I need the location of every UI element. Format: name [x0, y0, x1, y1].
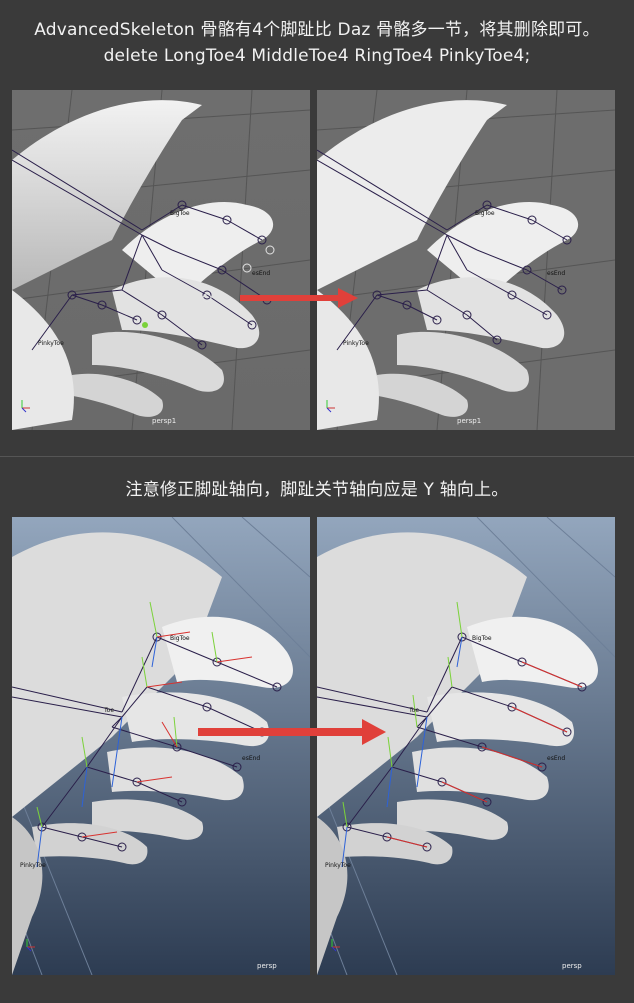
label-toesend: esEnd — [242, 755, 261, 762]
viewport-top-right[interactable]: BigToe PinkyToe esEnd persp1 — [317, 90, 615, 430]
caption-bottom: 注意修正脚趾轴向，脚趾关节轴向应是 Y 轴向上。 — [125, 480, 509, 500]
label-bigtoe: BigToe — [472, 635, 492, 642]
viewport-bottom-right[interactable]: BigToe PinkyToe Toe esEnd persp — [317, 517, 615, 975]
viewport-bottom-right-canvas — [317, 517, 615, 975]
viewport-top-right-canvas — [317, 90, 615, 430]
label-bigtoe: BigToe — [170, 210, 190, 217]
camera-label: persp1 — [152, 417, 177, 425]
caption-top-line2: delete LongToe4 MiddleToe4 RingToe4 Pink… — [103, 46, 531, 66]
label-toesend: esEnd — [547, 755, 566, 762]
label-toe: Toe — [104, 707, 115, 714]
viewport-bottom-left-canvas — [12, 517, 310, 975]
label-toe: Toe — [409, 707, 420, 714]
label-toesend: esEnd — [547, 270, 566, 277]
label-toesend: esEnd — [252, 270, 271, 277]
arrow-icon — [198, 719, 386, 745]
label-pinkytoe: PinkyToe — [343, 340, 369, 347]
divider — [0, 456, 634, 457]
label-pinkytoe: PinkyToe — [20, 862, 46, 869]
viewport-bottom-left[interactable]: BigToe PinkyToe Toe esEnd persp — [12, 517, 310, 975]
label-pinkytoe: PinkyToe — [38, 340, 64, 347]
caption-top-line1: AdvancedSkeleton 骨骼有4个脚趾比 Daz 骨骼多一节，将其删除… — [34, 20, 600, 40]
camera-label: persp1 — [457, 417, 482, 425]
viewport-top-left-canvas — [12, 90, 310, 430]
camera-label: persp — [257, 962, 277, 970]
label-bigtoe: BigToe — [475, 210, 495, 217]
arrow-icon — [240, 288, 358, 308]
label-pinkytoe: PinkyToe — [325, 862, 351, 869]
camera-label: persp — [562, 962, 582, 970]
viewport-top-left[interactable]: BigToe PinkyToe esEnd persp1 — [12, 90, 310, 430]
label-bigtoe: BigToe — [170, 635, 190, 642]
